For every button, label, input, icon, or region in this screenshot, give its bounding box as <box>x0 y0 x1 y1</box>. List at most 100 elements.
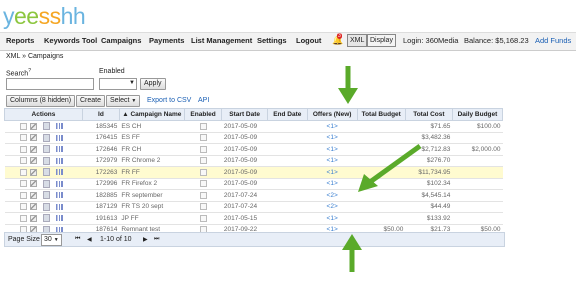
enabled-checkbox[interactable] <box>199 145 207 153</box>
enabled-select[interactable]: ▼ <box>99 78 137 90</box>
last-page-icon[interactable]: ⏭ <box>154 236 159 243</box>
nav-list-management[interactable]: List Management <box>191 36 252 45</box>
stats-chart-icon[interactable] <box>56 123 64 130</box>
table-row[interactable]: 172979 FR Chrome 2 2017-05-09 <1> $276.70 <box>4 155 503 167</box>
cell-campaign-name[interactable]: FR CH <box>119 143 185 156</box>
copy-icon[interactable] <box>43 133 51 142</box>
row-checkbox[interactable] <box>20 122 28 130</box>
cell-campaign-name[interactable]: FR Chrome 2 <box>119 155 185 167</box>
first-page-icon[interactable]: ⏮ <box>75 236 80 243</box>
row-checkbox[interactable] <box>20 191 28 199</box>
edit-icon[interactable] <box>30 203 38 211</box>
stats-chart-icon[interactable] <box>56 146 64 153</box>
row-checkbox[interactable] <box>20 214 28 222</box>
stats-chart-icon[interactable] <box>56 180 64 187</box>
edit-icon[interactable] <box>30 134 38 142</box>
copy-icon[interactable] <box>43 179 51 188</box>
table-row[interactable]: 172263 FR FF 2017-05-09 <1> $11,734.95 <box>4 166 503 179</box>
row-checkbox[interactable] <box>20 157 28 165</box>
row-checkbox[interactable] <box>20 134 28 142</box>
edit-icon[interactable] <box>30 122 38 130</box>
cell-campaign-name[interactable]: FR FF <box>119 166 185 179</box>
select-dropdown[interactable]: Select ▼ <box>106 95 141 107</box>
table-row[interactable]: 172996 FR Firefox 2 2017-05-09 <1> $102.34 <box>4 178 503 190</box>
col-end-date[interactable]: End Date <box>266 108 308 121</box>
enabled-checkbox[interactable] <box>199 157 207 165</box>
add-funds-link[interactable]: Add Funds <box>535 36 571 45</box>
stats-chart-icon[interactable] <box>56 169 64 176</box>
enabled-checkbox[interactable] <box>199 180 207 188</box>
copy-icon[interactable] <box>43 156 51 165</box>
col-start-date[interactable]: Start Date <box>221 108 268 121</box>
stats-chart-icon[interactable] <box>56 134 64 141</box>
apply-button[interactable]: Apply <box>140 78 166 90</box>
table-row[interactable]: 191613 JP FF 2017-05-15 <1> $133.92 <box>4 212 503 225</box>
stats-chart-icon[interactable] <box>56 203 64 210</box>
search-input[interactable] <box>6 78 94 90</box>
cell-campaign-name[interactable]: JP FF <box>119 212 185 225</box>
edit-icon[interactable] <box>30 214 38 222</box>
col-enabled[interactable]: Enabled <box>183 108 223 121</box>
nav-reports[interactable]: Reports <box>6 36 34 45</box>
edit-icon[interactable] <box>30 168 38 176</box>
copy-icon[interactable] <box>43 122 51 131</box>
nav-campaigns[interactable]: Campaigns <box>101 36 141 45</box>
copy-icon[interactable] <box>43 168 51 177</box>
cell-offers[interactable]: <1> <box>307 212 358 225</box>
cell-offers[interactable]: <2> <box>307 201 358 213</box>
cell-offers[interactable]: <1> <box>307 132 358 144</box>
table-row[interactable]: 176415 ES FF 2017-05-09 <1> $3,482.36 <box>4 132 503 144</box>
col-total-cost[interactable]: Total Cost <box>404 108 453 121</box>
col-offers[interactable]: Offers (New) <box>306 108 358 121</box>
table-row[interactable]: 185345 ES CH 2017-05-09 <1> $71.65 $100.00 <box>4 120 503 133</box>
stats-chart-icon[interactable] <box>56 215 64 222</box>
enabled-checkbox[interactable] <box>199 191 207 199</box>
cell-campaign-name[interactable]: ES FF <box>119 132 185 144</box>
stats-chart-icon[interactable] <box>56 192 64 199</box>
cell-campaign-name[interactable]: FR TS 20 sept <box>119 201 185 213</box>
api-link[interactable]: API <box>198 97 209 104</box>
cell-offers[interactable]: <1> <box>307 178 358 190</box>
nav-settings[interactable]: Settings <box>257 36 287 45</box>
prev-page-icon[interactable]: ◀ <box>87 236 92 243</box>
table-row[interactable]: 187129 FR TS 20 sept 2017-07-24 <2> $44.49 <box>4 201 503 213</box>
brand-logo[interactable]: yeesshh <box>3 2 86 30</box>
copy-icon[interactable] <box>43 202 51 211</box>
col-campaign-name[interactable]: ▲ Campaign Name <box>118 108 185 121</box>
cell-offers[interactable]: <1> <box>307 120 358 133</box>
copy-icon[interactable] <box>43 145 51 154</box>
enabled-checkbox[interactable] <box>199 203 207 211</box>
row-checkbox[interactable] <box>20 180 28 188</box>
export-csv-link[interactable]: Export to CSV <box>147 97 191 104</box>
enabled-checkbox[interactable] <box>199 122 207 130</box>
cell-offers[interactable]: <2> <box>307 189 358 202</box>
edit-icon[interactable] <box>30 180 38 188</box>
copy-icon[interactable] <box>43 191 51 200</box>
create-button[interactable]: Create <box>76 95 106 107</box>
edit-icon[interactable] <box>30 157 38 165</box>
row-checkbox[interactable] <box>20 145 28 153</box>
cell-campaign-name[interactable]: FR Firefox 2 <box>119 178 185 190</box>
col-id[interactable]: Id <box>81 108 120 121</box>
next-page-icon[interactable]: ▶ <box>143 236 148 243</box>
cell-campaign-name[interactable]: FR september <box>119 189 185 202</box>
nav-payments[interactable]: Payments <box>149 36 184 45</box>
xml-toggle-button[interactable]: XML <box>347 34 368 47</box>
enabled-checkbox[interactable] <box>199 168 207 176</box>
enabled-checkbox[interactable] <box>199 214 207 222</box>
nav-logout[interactable]: Logout <box>296 36 321 45</box>
cell-offers[interactable]: <1> <box>307 143 358 156</box>
enabled-checkbox[interactable] <box>199 134 207 142</box>
row-checkbox[interactable] <box>20 203 28 211</box>
edit-icon[interactable] <box>30 145 38 153</box>
row-checkbox[interactable] <box>20 168 28 176</box>
display-toggle-button[interactable]: Display <box>367 34 396 47</box>
table-row[interactable]: 172646 FR CH 2017-05-09 <1> $2,712.83 $2,000.… <box>4 143 503 156</box>
col-total-budget[interactable]: Total Budget <box>356 108 406 121</box>
breadcrumb-xml[interactable]: XML <box>6 53 20 60</box>
table-row[interactable]: 182885 FR september 2017-07-24 <2> $4,545.14 <box>4 189 503 202</box>
stats-chart-icon[interactable] <box>56 157 64 164</box>
columns-button[interactable]: Columns (8 hidden) <box>6 95 76 107</box>
cell-offers[interactable]: <1> <box>307 155 358 167</box>
cell-offers[interactable]: <1> <box>307 166 358 179</box>
